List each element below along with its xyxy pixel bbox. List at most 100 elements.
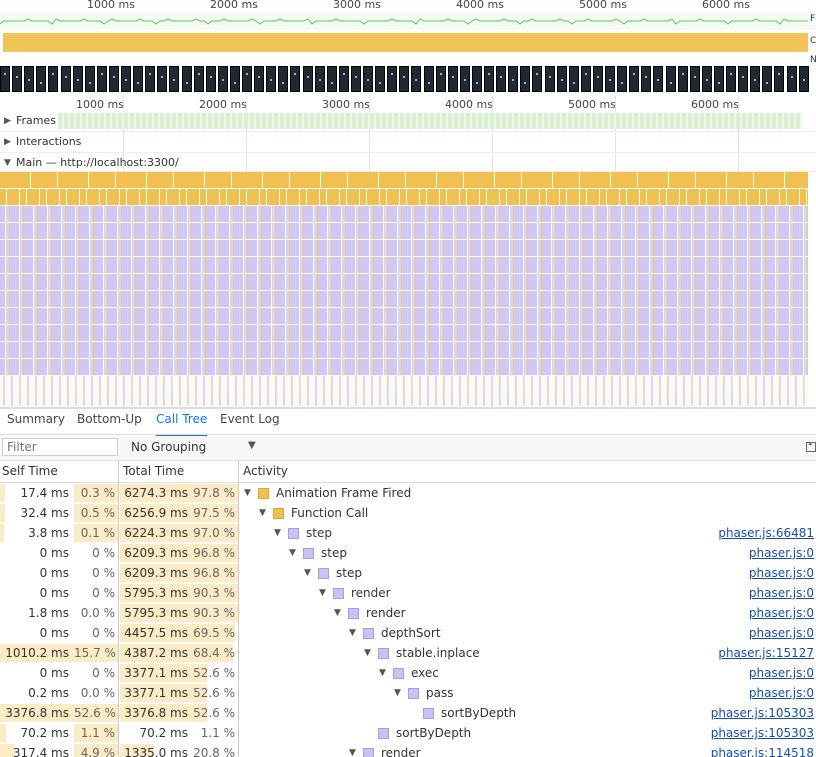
frames-bar[interactable] <box>58 113 802 129</box>
screenshot-thumbnail[interactable] <box>266 66 277 92</box>
screenshot-thumbnail[interactable] <box>60 66 71 92</box>
screenshot-thumbnail[interactable] <box>786 66 797 92</box>
total-time-header[interactable]: Total Time <box>123 464 184 478</box>
source-link[interactable]: phaser.js:0 <box>749 583 814 603</box>
screenshot-thumbnail[interactable] <box>798 66 809 92</box>
source-link[interactable]: phaser.js:105303 <box>711 703 814 723</box>
screenshot-thumbnail[interactable] <box>508 66 519 92</box>
interactions-track[interactable]: ▶ Interactions <box>0 132 816 153</box>
main-track-header[interactable]: ▼ Main — http://localhost:3300/ <box>0 153 816 172</box>
tab-bottom-up[interactable]: Bottom-Up <box>77 412 142 434</box>
screenshot-thumbnail[interactable] <box>726 66 736 92</box>
expand-toggle-icon[interactable]: ▼ <box>364 643 371 663</box>
screenshot-thumbnail[interactable] <box>738 66 749 92</box>
activity-header[interactable]: Activity <box>243 464 288 478</box>
screenshot-thumbnail[interactable] <box>387 66 398 92</box>
screenshot-thumbnail[interactable] <box>496 66 507 92</box>
screenshot-thumbnail[interactable] <box>157 66 168 92</box>
expand-toggle-icon[interactable]: ▼ <box>394 683 401 703</box>
call-tree-row[interactable]: 0 ms 0 % 3377.1 ms 52.6 % ▼ exec phaser.js:0 <box>0 663 816 683</box>
call-tree-row[interactable]: 70.2 ms 1.1 % 70.2 ms 1.1 % sortByDepth phase… <box>0 723 816 743</box>
screenshot-thumbnail[interactable] <box>544 66 555 92</box>
screenshot-thumbnail[interactable] <box>677 66 688 92</box>
screenshot-thumbnail[interactable] <box>254 66 265 92</box>
screenshot-thumbnail[interactable] <box>580 66 591 92</box>
filter-input[interactable] <box>2 438 118 456</box>
screenshot-thumbnail[interactable] <box>350 66 361 92</box>
frames-track[interactable]: ▶ Frames <box>0 111 816 132</box>
screenshot-thumbnail[interactable] <box>24 66 35 92</box>
screenshot-thumbnail[interactable] <box>205 66 216 92</box>
screenshot-thumbnail[interactable] <box>338 66 349 92</box>
screenshot-thumbnail[interactable] <box>229 66 240 92</box>
screenshot-thumbnail[interactable] <box>48 66 59 92</box>
screenshot-thumbnail[interactable] <box>326 66 337 92</box>
call-tree-row[interactable]: 3.8 ms 0.1 % 6224.3 ms 97.0 % ▼ step phaser.js… <box>0 523 816 543</box>
screenshot-thumbnail[interactable] <box>689 66 700 92</box>
screenshot-thumbnail[interactable] <box>169 66 180 92</box>
source-link[interactable]: phaser.js:0 <box>749 623 814 643</box>
screenshot-thumbnail[interactable] <box>459 66 470 92</box>
expand-arrow-icon[interactable]: ▶ <box>4 137 11 147</box>
tab-event-log[interactable]: Event Log <box>220 412 280 434</box>
screenshot-thumbnail[interactable] <box>145 66 156 92</box>
screenshot-thumbnail[interactable] <box>72 66 83 92</box>
call-tree-row[interactable]: 0.2 ms 0.0 % 3377.1 ms 52.6 % ▼ pass phaser.js… <box>0 683 816 703</box>
screenshot-thumbnail[interactable] <box>217 66 228 92</box>
expand-toggle-icon[interactable]: ▼ <box>349 743 356 757</box>
screenshot-thumbnail[interactable] <box>399 66 410 92</box>
screenshot-thumbnail[interactable] <box>713 66 724 92</box>
source-link[interactable]: phaser.js:0 <box>749 563 814 583</box>
screenshot-thumbnail[interactable] <box>181 66 192 92</box>
screenshot-thumbnail[interactable] <box>532 66 543 92</box>
collapse-arrow-icon[interactable]: ▼ <box>4 158 11 168</box>
source-link[interactable]: phaser.js:15127 <box>718 643 814 663</box>
screenshot-thumbnail[interactable] <box>762 66 773 92</box>
tab-summary[interactable]: Summary <box>7 412 65 434</box>
source-link[interactable]: phaser.js:105303 <box>711 723 814 743</box>
call-tree-row[interactable]: 0 ms 0 % 5795.3 ms 90.3 % ▼ render phaser.js:0 <box>0 583 816 603</box>
screenshot-thumbnail[interactable] <box>302 66 313 92</box>
screenshot-thumbnail[interactable] <box>471 66 482 92</box>
screenshot-filmstrip[interactable] <box>0 66 812 92</box>
screenshot-thumbnail[interactable] <box>665 66 676 92</box>
screenshot-thumbnail[interactable] <box>774 66 785 92</box>
screenshot-thumbnail[interactable] <box>592 66 603 92</box>
expand-toggle-icon[interactable]: ▼ <box>244 483 251 503</box>
expand-toggle-icon[interactable]: ▼ <box>319 583 326 603</box>
source-link[interactable]: phaser.js:0 <box>749 683 814 703</box>
expand-arrow-icon[interactable]: ▶ <box>4 116 11 126</box>
source-link[interactable]: phaser.js:114518 <box>711 743 814 757</box>
expand-toggle-icon[interactable]: ▼ <box>334 603 341 623</box>
screenshot-thumbnail[interactable] <box>484 66 494 92</box>
screenshot-thumbnail[interactable] <box>96 66 107 92</box>
call-tree-row[interactable]: 0 ms 0 % 6209.3 ms 96.8 % ▼ step phaser.js:0 <box>0 563 816 583</box>
screenshot-thumbnail[interactable] <box>750 66 761 92</box>
main-flame-chart[interactable] <box>0 172 808 406</box>
screenshot-thumbnail[interactable] <box>435 66 446 92</box>
bottom-panel-divider[interactable] <box>0 407 816 409</box>
source-link[interactable]: phaser.js:0 <box>749 603 814 623</box>
call-tree-row[interactable]: 0 ms 0 % 6209.3 ms 96.8 % ▼ step phaser.js:0 <box>0 543 816 563</box>
screenshot-thumbnail[interactable] <box>363 66 373 92</box>
tab-call-tree[interactable]: Call Tree <box>156 412 208 436</box>
screenshot-thumbnail[interactable] <box>556 66 567 92</box>
screenshot-thumbnail[interactable] <box>0 66 10 92</box>
call-tree-row[interactable]: 1010.2 ms 15.7 % 4387.2 ms 68.4 % ▼ stable.in… <box>0 643 816 663</box>
source-link[interactable]: phaser.js:0 <box>749 543 814 563</box>
screenshot-thumbnail[interactable] <box>36 66 47 92</box>
expand-toggle-icon[interactable]: ▼ <box>304 563 311 583</box>
screenshot-thumbnail[interactable] <box>290 66 301 92</box>
screenshot-thumbnail[interactable] <box>423 66 434 92</box>
screenshot-thumbnail[interactable] <box>629 66 640 92</box>
screenshot-thumbnail[interactable] <box>605 66 615 92</box>
screenshot-thumbnail[interactable] <box>242 66 252 92</box>
screenshot-thumbnail[interactable] <box>411 66 422 92</box>
self-time-header[interactable]: Self Time <box>2 464 58 478</box>
call-tree-row[interactable]: 17.4 ms 0.3 % 6274.3 ms 97.8 % ▼ Animation Fr… <box>0 483 816 503</box>
screenshot-thumbnail[interactable] <box>447 66 458 92</box>
expand-toggle-icon[interactable]: ▼ <box>289 543 296 563</box>
screenshot-thumbnail[interactable] <box>278 66 289 92</box>
expand-toggle-icon[interactable]: ▼ <box>379 663 386 683</box>
expand-toggle-icon[interactable]: ▼ <box>259 503 266 523</box>
